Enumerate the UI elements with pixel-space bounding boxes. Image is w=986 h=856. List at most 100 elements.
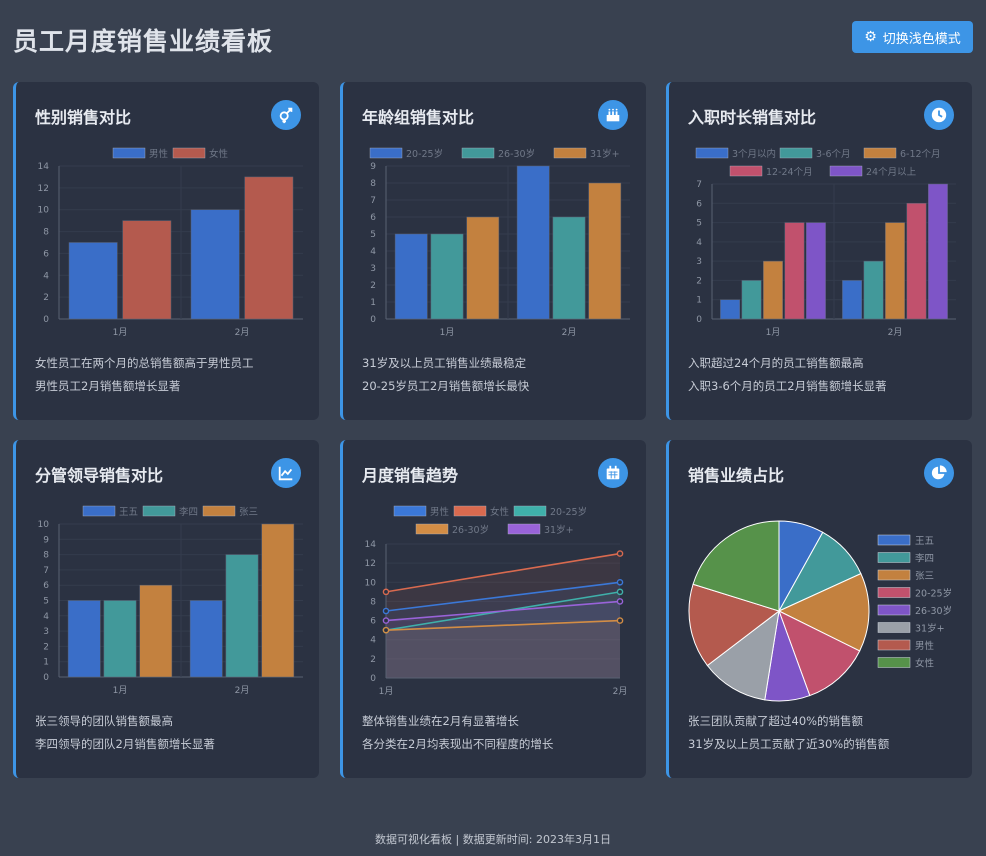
y-tick-label: 8 xyxy=(43,551,49,561)
legend-swatch xyxy=(415,523,449,535)
legend-item: 12-24个月 xyxy=(729,165,813,178)
legend-label: 李四 xyxy=(179,506,198,518)
legend-label: 20-25岁 xyxy=(550,506,587,518)
card-sales-share: 销售业绩占比 王五 李四 张三 20-25岁 26-30岁 31岁+ 男性 女性 张三团队贡献… xyxy=(666,440,972,778)
legend-swatch xyxy=(829,165,863,177)
bar-chart-age: 20-25岁 26-30岁 31岁+ 0 1 2 3 4 5 6 7 8 9 1月 2月 xyxy=(369,147,630,338)
legend-label: 20-25岁 xyxy=(406,148,443,160)
legend-item: 张三 xyxy=(877,569,934,582)
y-tick-label: 1 xyxy=(370,298,376,308)
legend-item: 3-6个月 xyxy=(779,147,851,160)
legend-label: 男性 xyxy=(430,506,450,518)
chart-line-icon xyxy=(271,458,301,488)
card-title: 销售业绩占比 xyxy=(688,466,785,485)
legend-swatch xyxy=(877,657,911,668)
legend-label: 男性 xyxy=(149,148,169,160)
bar xyxy=(261,523,295,678)
legend-label: 张三 xyxy=(239,507,258,518)
legend-item: 6-12个月 xyxy=(863,147,941,160)
bar xyxy=(189,600,223,678)
bar xyxy=(806,222,826,320)
legend-label: 26-30岁 xyxy=(498,148,535,160)
y-tick-label: 7 xyxy=(370,196,376,206)
y-tick-label: 8 xyxy=(370,597,376,607)
note-line: 入职3-6个月的员工2月销售额增长显著 xyxy=(688,379,887,393)
y-tick-label: 2 xyxy=(370,655,376,665)
bar xyxy=(122,220,172,320)
legend-swatch xyxy=(202,505,236,517)
card-notes: 31岁及以上员工销售业绩最稳定 20-25岁员工2月销售额增长最快 xyxy=(362,356,529,402)
x-tick-label: 1月 xyxy=(113,685,128,696)
note-line: 31岁及以上员工销售业绩最稳定 xyxy=(362,356,527,370)
bar xyxy=(225,554,259,678)
bar xyxy=(552,216,586,320)
toggle-light-mode-label: 切换浅色模式 xyxy=(882,31,961,47)
y-tick-label: 8 xyxy=(370,179,376,189)
y-tick-label: 0 xyxy=(43,673,49,683)
y-tick-label: 2 xyxy=(696,276,702,286)
legend-swatch xyxy=(863,147,897,159)
y-tick-label: 9 xyxy=(370,162,376,172)
x-tick-label: 2月 xyxy=(613,686,628,697)
y-tick-label: 10 xyxy=(38,206,50,216)
card-gender-sales: 性别销售对比 男性 女性 0 2 4 6 8 10 12 14 1月 2月 女性员工在两个月的总销售额… xyxy=(13,82,319,420)
y-tick-label: 14 xyxy=(38,162,50,172)
legend-item: 26-30岁 xyxy=(415,523,489,536)
card-leader-sales: 分管领导销售对比 王五 李四 张三 0 1 2 3 4 5 6 7 8 9 10 1月 2月 张三领导的团队销… xyxy=(13,440,319,778)
legend-item: 女性 xyxy=(453,505,510,518)
data-point xyxy=(382,626,390,634)
note-line: 女性员工在两个月的总销售额高于男性员工 xyxy=(35,356,254,370)
card-title: 月度销售趋势 xyxy=(362,466,459,485)
y-tick-label: 6 xyxy=(43,249,49,259)
y-tick-label: 8 xyxy=(43,228,49,238)
y-tick-label: 6 xyxy=(43,581,49,591)
y-tick-label: 4 xyxy=(696,238,702,248)
x-tick-label: 1月 xyxy=(379,686,394,697)
toggle-light-mode-button[interactable]: ⚙ 切换浅色模式 xyxy=(852,21,973,53)
card-title: 性别销售对比 xyxy=(35,108,132,127)
bar xyxy=(784,222,805,320)
x-tick-label: 2月 xyxy=(562,327,577,338)
birthday-cake-icon xyxy=(598,100,628,130)
y-tick-label: 0 xyxy=(370,674,376,684)
legend-label: 31岁+ xyxy=(915,623,945,635)
legend-swatch xyxy=(877,552,911,563)
y-tick-label: 1 xyxy=(696,296,702,306)
legend-item: 男性 xyxy=(112,147,169,160)
y-tick-label: 4 xyxy=(370,247,376,257)
legend-swatch xyxy=(369,147,403,159)
bar xyxy=(906,203,927,320)
card-notes: 张三领导的团队销售额最高 李四领导的团队2月销售额增长显著 xyxy=(35,714,215,760)
legend-item: 26-30岁 xyxy=(877,604,952,617)
bar xyxy=(67,600,101,678)
x-tick-label: 1月 xyxy=(766,327,781,338)
bar xyxy=(588,182,622,320)
note-line: 各分类在2月均表现出不同程度的增长 xyxy=(362,737,554,751)
legend-label: 女性 xyxy=(209,148,229,160)
bar xyxy=(244,176,294,320)
legend-swatch xyxy=(513,505,547,517)
y-tick-label: 5 xyxy=(696,219,702,229)
bar xyxy=(720,299,740,320)
note-line: 男性员工2月销售额增长显著 xyxy=(35,379,181,393)
y-tick-label: 2 xyxy=(370,281,376,291)
bar xyxy=(741,280,762,320)
legend-item: 20-25岁 xyxy=(369,147,443,160)
y-tick-label: 2 xyxy=(43,293,49,303)
y-tick-label: 3 xyxy=(370,264,376,274)
legend-item: 31岁+ xyxy=(877,622,945,635)
card-title: 分管领导销售对比 xyxy=(35,466,164,485)
note-line: 20-25岁员工2月销售额增长最快 xyxy=(362,379,530,393)
bar xyxy=(430,233,464,320)
legend-label: 王五 xyxy=(119,507,138,518)
card-notes: 入职超过24个月的员工销售额最高 入职3-6个月的员工2月销售额增长显著 xyxy=(688,356,887,402)
data-point xyxy=(382,607,390,615)
bar-chart-leader: 王五 李四 张三 0 1 2 3 4 5 6 7 8 9 10 1月 2月 xyxy=(38,505,303,696)
y-tick-label: 3 xyxy=(43,627,49,637)
y-tick-label: 7 xyxy=(43,566,49,576)
legend-item: 李四 xyxy=(142,505,198,518)
y-tick-label: 3 xyxy=(696,257,702,267)
bar xyxy=(928,183,948,320)
bar xyxy=(466,216,500,320)
legend-item: 20-25岁 xyxy=(877,587,952,600)
